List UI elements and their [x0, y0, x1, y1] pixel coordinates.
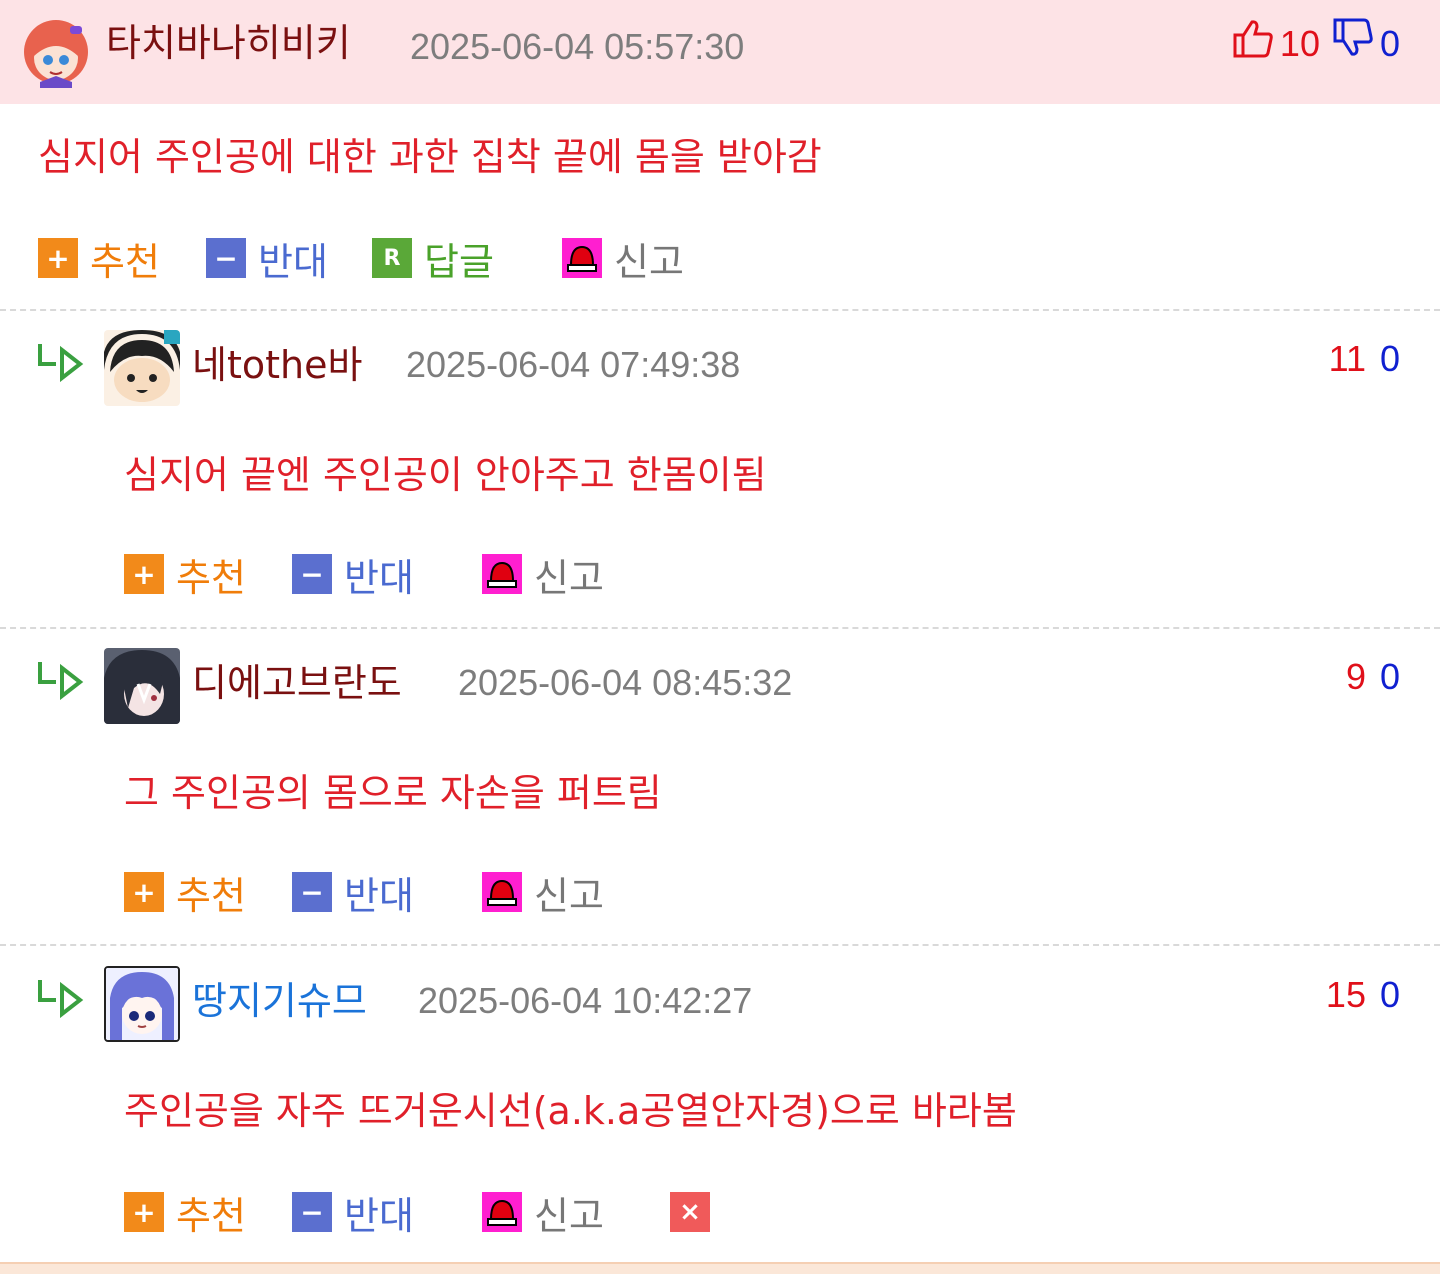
bottom-separator [0, 1262, 1440, 1274]
downvote-count: 0 [1379, 22, 1400, 64]
comment-1: 타치바나히비키 2025-06-04 05:57:30 10 0 심지어 주인공… [0, 0, 1440, 310]
timestamp: 2025-06-04 08:45:32 [458, 662, 793, 703]
downvote-count: 0 [1379, 974, 1400, 1015]
recommend-button[interactable]: + 추천 [124, 1190, 246, 1238]
upvote-count: 10 [1279, 22, 1320, 64]
comment-actions: + 추천 − 반대 신고 [124, 552, 724, 600]
siren-icon [482, 1192, 522, 1232]
plus-icon: + [124, 872, 164, 912]
recommend-button[interactable]: + 추천 [38, 236, 160, 284]
vote-counts: 10 0 [1232, 18, 1400, 69]
reply-arrow-icon [36, 660, 84, 701]
siren-icon [482, 872, 522, 912]
recommend-button[interactable]: + 추천 [124, 870, 246, 918]
reply-button[interactable]: R 답글 [372, 236, 494, 284]
comment-text: 심지어 주인공에 대한 과한 집착 끝에 몸을 받아감 [38, 135, 822, 179]
siren-icon [562, 238, 602, 278]
siren-icon [482, 554, 522, 594]
chibi-avatar[interactable] [104, 330, 180, 406]
comment-actions: + 추천 − 반대 신고 × [124, 1190, 824, 1238]
oppose-button[interactable]: − 반대 [292, 1190, 414, 1238]
blue-hair-avatar[interactable] [104, 966, 180, 1042]
reply-arrow-icon [36, 978, 84, 1019]
upvote-count: 9 [1345, 656, 1366, 697]
comment-text: 심지어 끝엔 주인공이 안아주고 한몸이됨 [124, 453, 767, 497]
report-button[interactable]: 신고 [562, 236, 684, 284]
delete-button[interactable]: × [670, 1190, 710, 1234]
upvote-count: 11 [1328, 338, 1366, 379]
reply-arrow-icon [36, 342, 84, 383]
reply-r-icon: R [372, 238, 412, 278]
downvote-count: 0 [1379, 338, 1400, 379]
thumbs-down-icon[interactable] [1332, 18, 1374, 69]
comment-actions: + 추천 − 반대 R 답글 신고 [38, 236, 738, 284]
thumbs-up-icon[interactable] [1232, 18, 1274, 69]
minus-icon: − [292, 872, 332, 912]
plus-icon: + [124, 1192, 164, 1232]
report-button[interactable]: 신고 [482, 552, 604, 600]
minus-icon: − [292, 554, 332, 594]
oppose-button[interactable]: − 반대 [292, 552, 414, 600]
timestamp: 2025-06-04 07:49:38 [406, 344, 741, 385]
comment-3: 디에고브란도 2025-06-04 08:45:32 9 0 그 주인공의 몸으… [0, 630, 1440, 946]
plus-icon: + [124, 554, 164, 594]
comment-4: 땅지기슈므 2025-06-04 10:42:27 15 0 주인공을 자주 뜨… [0, 948, 1440, 1260]
timestamp: 2025-06-04 05:57:30 [410, 26, 745, 67]
anime-girl-avatar[interactable] [18, 12, 94, 88]
upvote-count: 15 [1325, 974, 1366, 1015]
minus-icon: − [292, 1192, 332, 1232]
comment-divider [0, 309, 1440, 311]
oppose-button[interactable]: − 반대 [206, 236, 328, 284]
report-button[interactable]: 신고 [482, 1190, 604, 1238]
comment-text: 그 주인공의 몸으로 자손을 퍼트림 [124, 771, 662, 815]
report-button[interactable]: 신고 [482, 870, 604, 918]
comment-actions: + 추천 − 반대 신고 [124, 870, 724, 918]
timestamp: 2025-06-04 10:42:27 [418, 980, 753, 1021]
vote-counts: 9 0 [1346, 654, 1400, 700]
recommend-button[interactable]: + 추천 [124, 552, 246, 600]
dark-hair-avatar[interactable] [104, 648, 180, 724]
comment-2: 네tothe바 2025-06-04 07:49:38 11 0 심지어 끝엔 … [0, 312, 1440, 628]
nickname[interactable]: 디에고브란도 [192, 660, 402, 706]
plus-icon: + [38, 238, 78, 278]
vote-counts: 11 0 [1329, 336, 1400, 382]
comment-text: 주인공을 자주 뜨거운시선(a.k.a공열안자경)으로 바라봄 [124, 1089, 1017, 1133]
nickname[interactable]: 타치바나히비키 [106, 20, 351, 66]
vote-counts: 15 0 [1326, 972, 1400, 1018]
nickname[interactable]: 땅지기슈므 [192, 978, 367, 1024]
comment-divider [0, 944, 1440, 946]
oppose-button[interactable]: − 반대 [292, 870, 414, 918]
comment-divider [0, 627, 1440, 629]
downvote-count: 0 [1379, 656, 1400, 697]
minus-icon: − [206, 238, 246, 278]
nickname[interactable]: 네tothe바 [192, 342, 362, 388]
close-icon: × [670, 1192, 710, 1232]
